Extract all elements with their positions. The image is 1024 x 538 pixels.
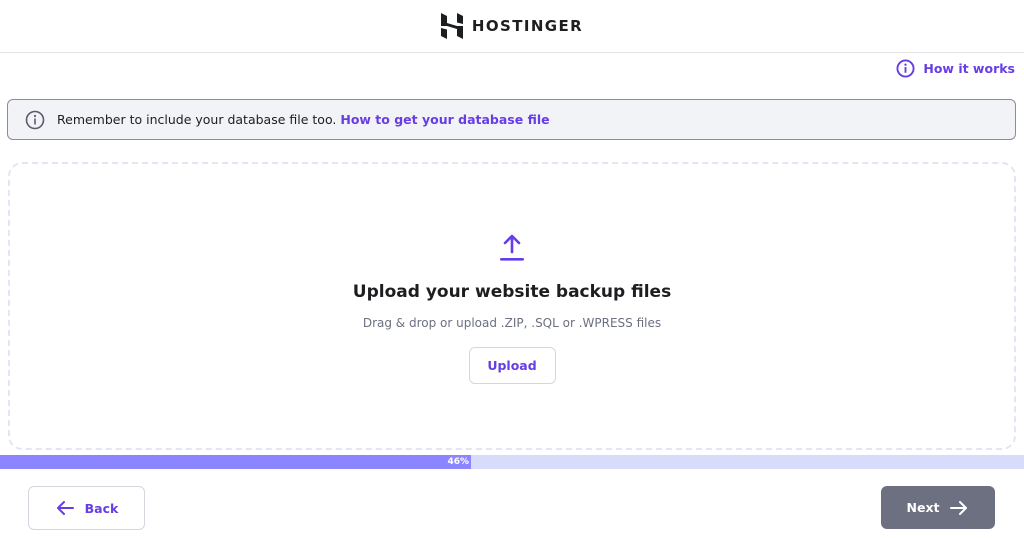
next-button[interactable]: Next [881, 486, 995, 529]
dropzone-title: Upload your website backup files [352, 282, 672, 302]
progress-fill: 46% [0, 455, 472, 469]
arrow-left-icon [56, 501, 74, 515]
arrow-right-icon [950, 500, 968, 515]
info-icon [896, 58, 915, 78]
upload-arrow-icon [500, 234, 524, 261]
file-dropzone[interactable]: Upload your website backup files Drag & … [8, 162, 1016, 450]
upload-button[interactable]: Upload [468, 347, 556, 384]
hostinger-logo[interactable]: HOSTINGER [440, 13, 584, 39]
progress-bar: 46% [0, 455, 1024, 469]
back-button[interactable]: Back [28, 486, 145, 530]
progress-label: 46% [447, 457, 470, 467]
hostinger-logo-icon [440, 13, 463, 39]
how-it-works-label: How it works [923, 60, 1015, 76]
database-reminder-notice: Remember to include your database file t… [7, 99, 1016, 140]
dropzone-subtitle: Drag & drop or upload .ZIP, .SQL or .WPR… [362, 316, 662, 330]
how-it-works-link[interactable]: How it works [896, 58, 1015, 78]
brand-name: HOSTINGER [471, 17, 584, 35]
top-header: HOSTINGER [0, 0, 1024, 53]
next-label: Next [906, 500, 940, 515]
back-label: Back [84, 500, 119, 516]
info-icon [25, 110, 45, 129]
notice-text: Remember to include your database file t… [57, 112, 337, 127]
database-file-help-link[interactable]: How to get your database file [340, 112, 549, 127]
